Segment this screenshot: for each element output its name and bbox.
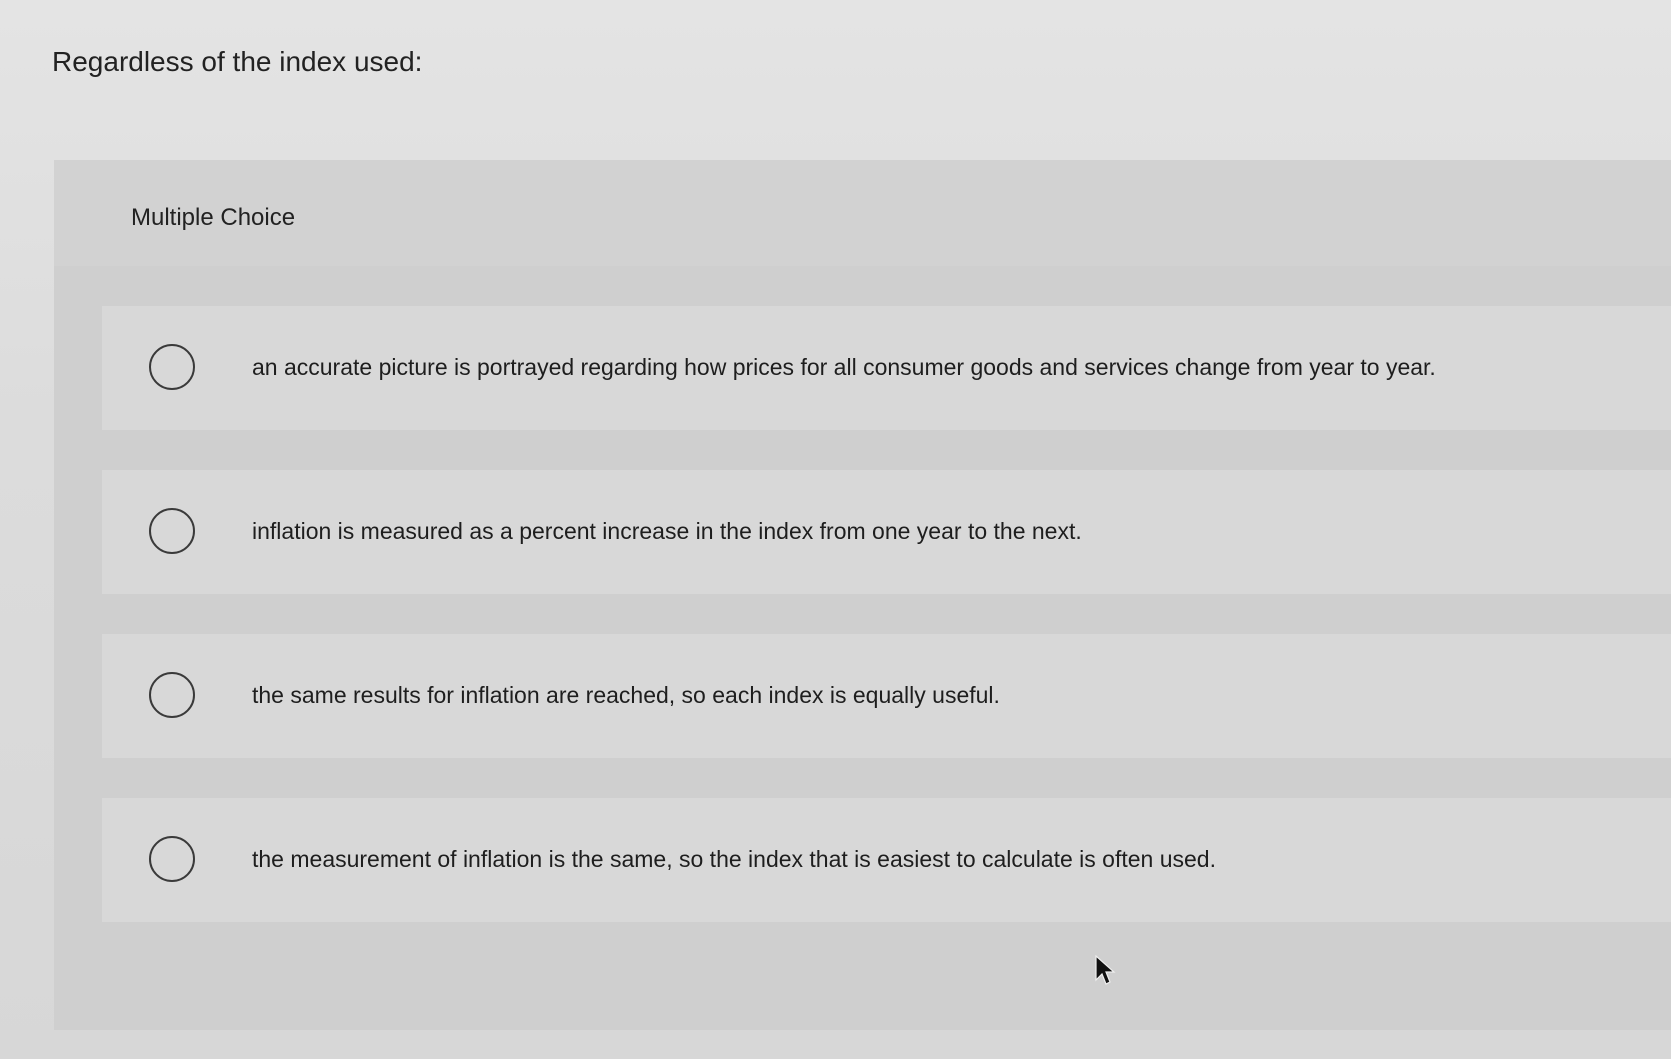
radio-button-icon[interactable] — [149, 508, 195, 554]
answer-option-1[interactable]: an accurate picture is portrayed regardi… — [102, 306, 1671, 430]
multiple-choice-label: Multiple Choice — [131, 204, 296, 231]
mouse-cursor-icon — [1095, 955, 1116, 985]
answer-option-2[interactable]: inflation is measured as a percent incre… — [102, 470, 1671, 594]
answer-option-label: the same results for inflation are reach… — [252, 682, 1000, 708]
answer-options: an accurate picture is portrayed regardi… — [102, 306, 1671, 962]
multiple-choice-header: Multiple Choice — [54, 160, 1671, 266]
question-text: Regardless of the index used: — [52, 46, 423, 77]
answer-option-label: an accurate picture is portrayed regardi… — [252, 354, 1436, 380]
answer-option-label: the measurement of inflation is the same… — [252, 846, 1216, 872]
multiple-choice-panel: Multiple Choice an accurate picture is p… — [54, 160, 1671, 1030]
radio-button-icon[interactable] — [149, 836, 195, 882]
answer-option-3[interactable]: the same results for inflation are reach… — [102, 634, 1671, 758]
answer-option-4[interactable]: the measurement of inflation is the same… — [102, 798, 1671, 922]
radio-button-icon[interactable] — [149, 344, 195, 390]
radio-button-icon[interactable] — [149, 672, 195, 718]
answer-option-label: inflation is measured as a percent incre… — [252, 518, 1082, 544]
